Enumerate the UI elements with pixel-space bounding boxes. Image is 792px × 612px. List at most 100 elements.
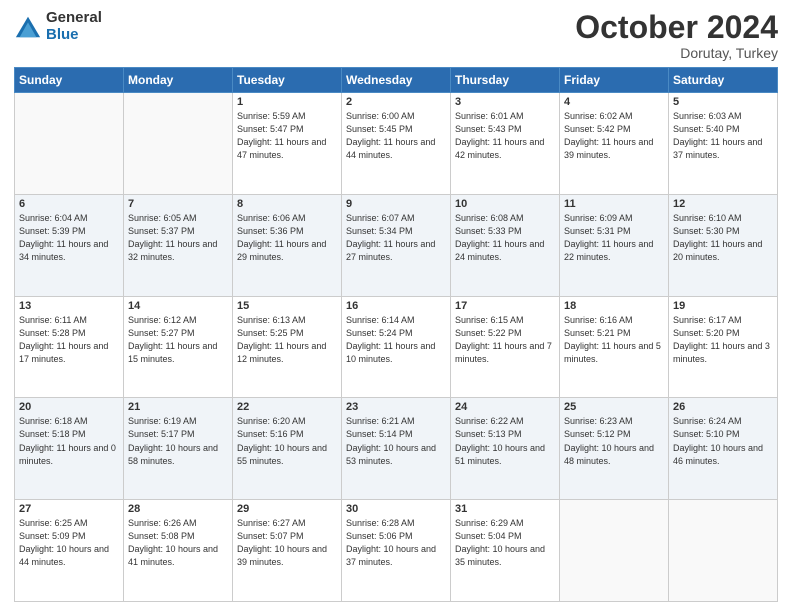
day-info: Sunrise: 6:15 AMSunset: 5:22 PMDaylight:…: [455, 314, 555, 366]
day-number: 14: [128, 300, 228, 312]
day-info: Sunrise: 6:04 AMSunset: 5:39 PMDaylight:…: [19, 212, 119, 264]
day-info: Sunrise: 6:02 AMSunset: 5:42 PMDaylight:…: [564, 110, 664, 162]
calendar-cell: 21Sunrise: 6:19 AMSunset: 5:17 PMDayligh…: [124, 398, 233, 500]
day-number: 4: [564, 96, 664, 108]
day-info: Sunrise: 6:17 AMSunset: 5:20 PMDaylight:…: [673, 314, 773, 366]
day-info: Sunrise: 6:05 AMSunset: 5:37 PMDaylight:…: [128, 212, 228, 264]
day-info: Sunrise: 6:16 AMSunset: 5:21 PMDaylight:…: [564, 314, 664, 366]
day-info: Sunrise: 6:21 AMSunset: 5:14 PMDaylight:…: [346, 415, 446, 467]
calendar-cell: 23 Sunrise: 6:21 AMSunset: 5:14 PMDayligh…: [342, 398, 451, 500]
day-info: Sunrise: 6:18 AMSunset: 5:18 PMDaylight:…: [19, 415, 119, 467]
calendar-week-row: 20 Sunrise: 6:18 AMSunset: 5:18 PMDayligh…: [15, 398, 778, 500]
weekday-header-thursday: Thursday: [451, 68, 560, 93]
calendar-cell: 31Sunrise: 6:29 AMSunset: 5:04 PMDayligh…: [451, 500, 560, 602]
day-info: Sunrise: 6:10 AMSunset: 5:30 PMDaylight:…: [673, 212, 773, 264]
calendar-cell: 10 Sunrise: 6:08 AMSunset: 5:33 PMDayligh…: [451, 194, 560, 296]
day-number: 15: [237, 300, 337, 312]
calendar-cell: 12 Sunrise: 6:10 AMSunset: 5:30 PMDayligh…: [669, 194, 778, 296]
calendar-cell: 7Sunrise: 6:05 AMSunset: 5:37 PMDaylight…: [124, 194, 233, 296]
calendar-cell: 14 Sunrise: 6:12 AMSunset: 5:27 PMDayligh…: [124, 296, 233, 398]
day-info: Sunrise: 6:25 AMSunset: 5:09 PMDaylight:…: [19, 517, 119, 569]
logo-blue: Blue: [46, 27, 102, 44]
calendar-cell: 4 Sunrise: 6:02 AMSunset: 5:42 PMDaylight…: [560, 93, 669, 195]
day-number: 31: [455, 503, 555, 515]
logo-icon: [14, 13, 42, 41]
day-number: 30: [346, 503, 446, 515]
calendar-cell: 29 Sunrise: 6:27 AMSunset: 5:07 PMDayligh…: [233, 500, 342, 602]
day-info: Sunrise: 6:03 AMSunset: 5:40 PMDaylight:…: [673, 110, 773, 162]
day-info: Sunrise: 6:26 AMSunset: 5:08 PMDaylight:…: [128, 517, 228, 569]
weekday-header-saturday: Saturday: [669, 68, 778, 93]
calendar-cell: 19 Sunrise: 6:17 AMSunset: 5:20 PMDayligh…: [669, 296, 778, 398]
day-number: 6: [19, 198, 119, 210]
calendar-cell: 13 Sunrise: 6:11 AMSunset: 5:28 PMDayligh…: [15, 296, 124, 398]
day-number: 24: [455, 401, 555, 413]
calendar-cell: 3 Sunrise: 6:01 AMSunset: 5:43 PMDaylight…: [451, 93, 560, 195]
day-number: 20: [19, 401, 119, 413]
day-info: Sunrise: 5:59 AMSunset: 5:47 PMDaylight:…: [237, 110, 337, 162]
weekday-header-row: SundayMondayTuesdayWednesdayThursdayFrid…: [15, 68, 778, 93]
calendar-cell: 6 Sunrise: 6:04 AMSunset: 5:39 PMDaylight…: [15, 194, 124, 296]
weekday-header-sunday: Sunday: [15, 68, 124, 93]
calendar-cell: 22Sunrise: 6:20 AMSunset: 5:16 PMDayligh…: [233, 398, 342, 500]
calendar-cell: [124, 93, 233, 195]
day-info: Sunrise: 6:24 AMSunset: 5:10 PMDaylight:…: [673, 415, 773, 467]
day-number: 28: [128, 503, 228, 515]
calendar-cell: 18Sunrise: 6:16 AMSunset: 5:21 PMDayligh…: [560, 296, 669, 398]
calendar-cell: 17 Sunrise: 6:15 AMSunset: 5:22 PMDayligh…: [451, 296, 560, 398]
day-info: Sunrise: 6:20 AMSunset: 5:16 PMDaylight:…: [237, 415, 337, 467]
day-number: 11: [564, 198, 664, 210]
day-number: 23: [346, 401, 446, 413]
day-number: 8: [237, 198, 337, 210]
day-info: Sunrise: 6:13 AMSunset: 5:25 PMDaylight:…: [237, 314, 337, 366]
calendar-cell: 30 Sunrise: 6:28 AMSunset: 5:06 PMDayligh…: [342, 500, 451, 602]
weekday-header-tuesday: Tuesday: [233, 68, 342, 93]
calendar-week-row: 13 Sunrise: 6:11 AMSunset: 5:28 PMDayligh…: [15, 296, 778, 398]
calendar-week-row: 6 Sunrise: 6:04 AMSunset: 5:39 PMDaylight…: [15, 194, 778, 296]
calendar-cell: 27Sunrise: 6:25 AMSunset: 5:09 PMDayligh…: [15, 500, 124, 602]
calendar-cell: 11 Sunrise: 6:09 AMSunset: 5:31 PMDayligh…: [560, 194, 669, 296]
calendar-week-row: 27Sunrise: 6:25 AMSunset: 5:09 PMDayligh…: [15, 500, 778, 602]
day-number: 26: [673, 401, 773, 413]
day-number: 29: [237, 503, 337, 515]
calendar-table: SundayMondayTuesdayWednesdayThursdayFrid…: [14, 67, 778, 602]
header-right: October 2024 Dorutay, Turkey: [575, 10, 778, 61]
day-number: 3: [455, 96, 555, 108]
day-info: Sunrise: 6:07 AMSunset: 5:34 PMDaylight:…: [346, 212, 446, 264]
day-info: Sunrise: 6:09 AMSunset: 5:31 PMDaylight:…: [564, 212, 664, 264]
calendar-cell: 8Sunrise: 6:06 AMSunset: 5:36 PMDaylight…: [233, 194, 342, 296]
day-info: Sunrise: 6:22 AMSunset: 5:13 PMDaylight:…: [455, 415, 555, 467]
calendar-cell: 16Sunrise: 6:14 AMSunset: 5:24 PMDayligh…: [342, 296, 451, 398]
calendar-cell: 28 Sunrise: 6:26 AMSunset: 5:08 PMDayligh…: [124, 500, 233, 602]
day-number: 16: [346, 300, 446, 312]
day-number: 9: [346, 198, 446, 210]
day-number: 13: [19, 300, 119, 312]
day-info: Sunrise: 6:19 AMSunset: 5:17 PMDaylight:…: [128, 415, 228, 467]
day-number: 10: [455, 198, 555, 210]
logo-text: General Blue: [46, 10, 102, 43]
day-info: Sunrise: 6:23 AMSunset: 5:12 PMDaylight:…: [564, 415, 664, 467]
page: General Blue October 2024 Dorutay, Turke…: [0, 0, 792, 612]
day-number: 19: [673, 300, 773, 312]
day-number: 12: [673, 198, 773, 210]
day-info: Sunrise: 6:12 AMSunset: 5:27 PMDaylight:…: [128, 314, 228, 366]
calendar-cell: 25 Sunrise: 6:23 AMSunset: 5:12 PMDayligh…: [560, 398, 669, 500]
day-number: 25: [564, 401, 664, 413]
day-number: 2: [346, 96, 446, 108]
calendar-cell: [669, 500, 778, 602]
day-info: Sunrise: 6:01 AMSunset: 5:43 PMDaylight:…: [455, 110, 555, 162]
day-info: Sunrise: 6:27 AMSunset: 5:07 PMDaylight:…: [237, 517, 337, 569]
top-section: General Blue October 2024 Dorutay, Turke…: [14, 10, 778, 61]
day-number: 1: [237, 96, 337, 108]
day-info: Sunrise: 6:11 AMSunset: 5:28 PMDaylight:…: [19, 314, 119, 366]
day-number: 5: [673, 96, 773, 108]
day-number: 17: [455, 300, 555, 312]
location: Dorutay, Turkey: [575, 45, 778, 61]
weekday-header-friday: Friday: [560, 68, 669, 93]
weekday-header-wednesday: Wednesday: [342, 68, 451, 93]
calendar-cell: [15, 93, 124, 195]
day-info: Sunrise: 6:28 AMSunset: 5:06 PMDaylight:…: [346, 517, 446, 569]
calendar-cell: 26 Sunrise: 6:24 AMSunset: 5:10 PMDayligh…: [669, 398, 778, 500]
day-info: Sunrise: 6:08 AMSunset: 5:33 PMDaylight:…: [455, 212, 555, 264]
calendar-cell: 5 Sunrise: 6:03 AMSunset: 5:40 PMDaylight…: [669, 93, 778, 195]
